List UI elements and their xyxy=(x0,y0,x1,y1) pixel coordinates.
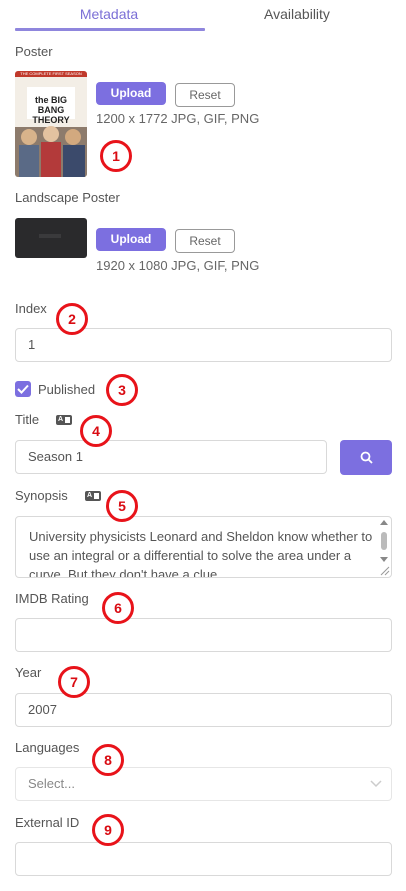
annotation-marker: 1 xyxy=(100,140,132,172)
tab-availability[interactable]: Availability xyxy=(203,6,391,22)
title-search-button[interactable] xyxy=(340,440,392,475)
annotation-marker: 6 xyxy=(102,592,134,624)
annotation-marker: 9 xyxy=(92,814,124,846)
poster-image: THE COMPLETE FIRST SEASON the BIG BANG T… xyxy=(15,71,87,177)
poster-label: Poster xyxy=(15,44,53,59)
active-tab-indicator xyxy=(15,28,205,31)
published-label: Published xyxy=(38,382,96,397)
annotation-marker: 7 xyxy=(58,666,90,698)
landscape-reset-button[interactable]: Reset xyxy=(175,229,235,253)
tab-metadata[interactable]: Metadata xyxy=(15,6,203,22)
translate-icon[interactable]: A xyxy=(56,415,72,425)
poster-banner-text: THE COMPLETE FIRST SEASON xyxy=(20,71,82,76)
synopsis-textarea[interactable]: University physicists Leonard and Sheldo… xyxy=(15,516,392,578)
title-input[interactable]: Season 1 xyxy=(15,440,327,474)
chevron-down-icon xyxy=(370,780,382,788)
scroll-down-arrow-icon[interactable] xyxy=(380,557,388,562)
year-label: Year xyxy=(15,665,42,680)
translate-icon[interactable]: A xyxy=(85,491,101,501)
scroll-thumb[interactable] xyxy=(381,532,387,550)
search-icon xyxy=(360,451,373,464)
annotation-marker: 8 xyxy=(92,744,124,776)
external-id-label: External ID xyxy=(15,815,80,830)
year-input[interactable]: 2007 xyxy=(15,693,392,727)
landscape-upload-button[interactable]: Upload xyxy=(96,228,166,251)
scroll-up-arrow-icon[interactable] xyxy=(380,520,388,525)
languages-select[interactable]: Select... xyxy=(15,767,392,801)
external-id-input[interactable] xyxy=(15,842,392,876)
landscape-size-hint: 1920 x 1080 JPG, GIF, PNG xyxy=(96,258,260,273)
annotation-marker: 3 xyxy=(106,374,138,406)
title-label: Title xyxy=(15,412,40,427)
landscape-poster-label: Landscape Poster xyxy=(15,190,120,205)
landscape-poster-image xyxy=(15,218,87,258)
synopsis-scrollbar[interactable] xyxy=(379,519,389,563)
annotation-marker: 5 xyxy=(106,490,138,522)
poster-size-hint: 1200 x 1772 JPG, GIF, PNG xyxy=(96,111,260,126)
annotation-marker: 4 xyxy=(80,415,112,447)
resize-handle-icon[interactable] xyxy=(378,564,390,576)
imdb-rating-label: IMDB Rating xyxy=(15,591,89,606)
imdb-rating-input[interactable] xyxy=(15,618,392,652)
annotation-marker: 2 xyxy=(56,303,88,335)
poster-upload-button[interactable]: Upload xyxy=(96,82,166,105)
poster-title-text: the BIG BANG THEORY xyxy=(32,95,70,125)
published-checkbox[interactable] xyxy=(15,381,31,397)
languages-label: Languages xyxy=(15,740,80,755)
poster-reset-button[interactable]: Reset xyxy=(175,83,235,107)
index-label: Index xyxy=(15,301,47,316)
synopsis-label: Synopsis xyxy=(15,488,68,503)
synopsis-text: University physicists Leonard and Sheldo… xyxy=(29,529,373,578)
